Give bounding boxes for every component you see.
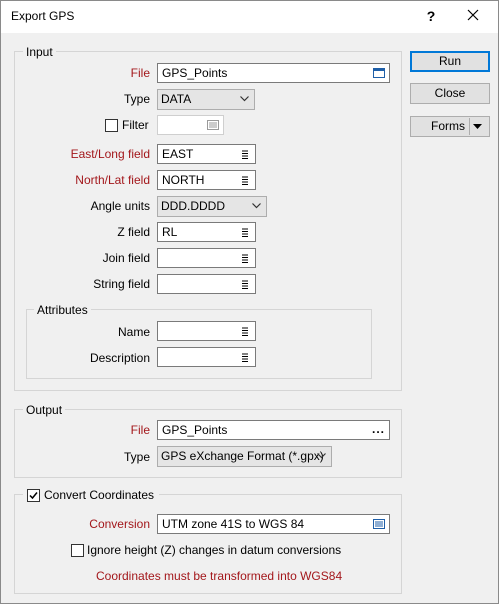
calculator-icon[interactable] — [207, 119, 219, 131]
conversion-label: Conversion — [89, 517, 150, 531]
list-icon[interactable] — [239, 226, 251, 238]
close-icon — [467, 9, 479, 21]
z-field-input[interactable]: RL — [157, 222, 256, 242]
north-field-value: NORTH — [162, 173, 205, 187]
angle-units-label: Angle units — [90, 199, 150, 213]
join-field-input[interactable] — [157, 248, 256, 268]
input-group-title: Input — [23, 45, 56, 59]
output-type-select[interactable]: GPS eXchange Format (*.gpx) — [157, 446, 332, 467]
forms-button[interactable]: Forms — [410, 116, 490, 137]
east-field-label: East/Long field — [70, 147, 150, 161]
dialog-title: Export GPS — [11, 9, 75, 23]
z-field-value: RL — [162, 225, 178, 239]
close-button[interactable]: Close — [410, 83, 490, 104]
north-field-input[interactable]: NORTH — [157, 170, 256, 190]
forms-button-label: Forms — [431, 119, 465, 133]
export-gps-dialog: Export GPS ? Run Close Forms Input File … — [0, 0, 499, 604]
output-file-field[interactable]: GPS_Points ... — [157, 420, 390, 440]
forms-button-divider — [469, 118, 470, 135]
dropdown-arrow-icon[interactable] — [473, 124, 482, 129]
east-field-input[interactable]: EAST — [157, 144, 256, 164]
join-field-label: Join field — [102, 251, 150, 265]
z-field-label: Z field — [117, 225, 150, 239]
output-group-title: Output — [23, 403, 66, 417]
angle-units-select[interactable]: DDD.DDDD — [157, 196, 267, 217]
convert-coordinates-checkbox[interactable] — [27, 489, 40, 502]
output-type-value: GPS eXchange Format (*.gpx) — [161, 449, 324, 463]
input-file-field[interactable]: GPS_Points — [157, 63, 390, 83]
conversion-note: Coordinates must be transformed into WGS… — [96, 569, 343, 583]
filter-label: Filter — [122, 118, 149, 132]
output-file-label: File — [130, 423, 150, 437]
ignore-height-checkbox[interactable] — [71, 544, 84, 557]
title-bar: Export GPS ? — [1, 1, 498, 33]
input-type-label: Type — [123, 92, 150, 106]
angle-units-value: DDD.DDDD — [161, 199, 225, 213]
help-button[interactable]: ? — [419, 4, 443, 28]
list-icon[interactable] — [239, 325, 251, 337]
filter-checkbox[interactable] — [105, 119, 118, 132]
chevron-down-icon — [240, 96, 249, 102]
ignore-height-label: Ignore height (Z) changes in datum conve… — [87, 543, 342, 557]
window-close-button[interactable] — [461, 4, 485, 28]
attr-name-label: Name — [117, 325, 150, 339]
string-field-label: String field — [93, 277, 150, 291]
attr-description-input[interactable] — [157, 347, 256, 367]
list-icon[interactable] — [239, 278, 251, 290]
filter-field[interactable] — [157, 115, 224, 135]
chevron-down-icon — [317, 453, 326, 459]
attributes-group — [26, 309, 372, 379]
input-file-label: File — [130, 66, 150, 80]
chevron-down-icon — [252, 203, 261, 209]
input-type-select[interactable]: DATA — [157, 89, 255, 110]
east-field-value: EAST — [162, 147, 194, 161]
checkmark-icon — [29, 492, 38, 500]
conversion-value: UTM zone 41S to WGS 84 — [162, 517, 305, 531]
browse-ellipsis-icon[interactable]: ... — [372, 421, 385, 437]
attr-description-label: Description — [89, 351, 150, 365]
list-icon[interactable] — [239, 174, 251, 186]
list-icon[interactable] — [239, 148, 251, 160]
file-browse-icon[interactable] — [373, 67, 385, 79]
output-file-value: GPS_Points — [162, 423, 228, 437]
calculator-icon[interactable] — [373, 518, 385, 530]
input-type-value: DATA — [161, 92, 192, 106]
north-field-label: North/Lat field — [75, 173, 150, 187]
convert-coordinates-label: Convert Coordinates — [44, 488, 155, 502]
input-file-value: GPS_Points — [162, 66, 228, 80]
run-button[interactable]: Run — [410, 51, 490, 72]
convert-coordinates-header: Convert Coordinates — [23, 488, 159, 502]
string-field-input[interactable] — [157, 274, 256, 294]
attributes-group-title: Attributes — [34, 303, 91, 317]
attr-name-input[interactable] — [157, 321, 256, 341]
list-icon[interactable] — [239, 252, 251, 264]
conversion-field[interactable]: UTM zone 41S to WGS 84 — [157, 514, 390, 534]
output-type-label: Type — [123, 450, 150, 464]
list-icon[interactable] — [239, 351, 251, 363]
